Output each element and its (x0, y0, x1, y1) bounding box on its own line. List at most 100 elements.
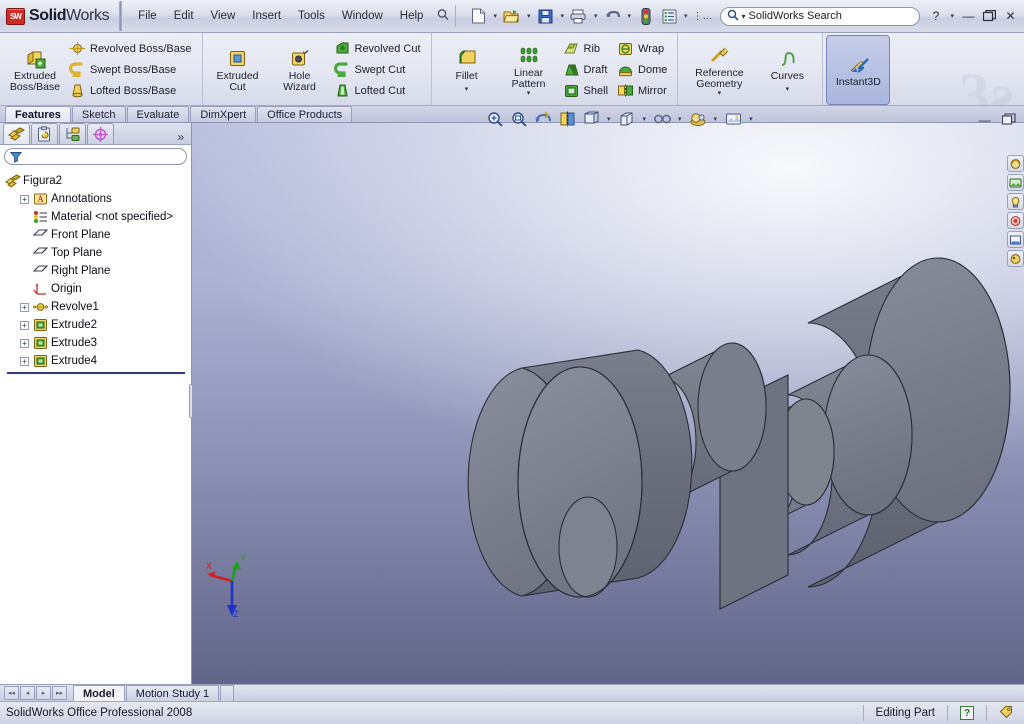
pushpin-icon[interactable] (436, 8, 450, 25)
minimize-button[interactable]: — (959, 7, 978, 26)
status-help-badge[interactable]: ? (960, 706, 974, 720)
expander-extrude2-icon[interactable]: + (20, 320, 29, 330)
open-document-button[interactable] (501, 5, 523, 27)
dimxpert-manager-tab[interactable] (87, 123, 114, 144)
menu-help[interactable]: Help (392, 7, 432, 25)
feature-manager-more-tabs-icon[interactable]: » (177, 130, 191, 144)
extruded-boss-base-button[interactable]: Extruded Boss/Base (4, 36, 66, 104)
save-caret-icon[interactable]: ▾ (557, 12, 567, 20)
reference-geometry-button[interactable]: Reference Geometry ▾ (682, 36, 756, 104)
swept-cut-button[interactable]: Swept Cut (331, 60, 427, 80)
help-caret-icon[interactable]: ▾ (947, 12, 957, 20)
menu-window[interactable]: Window (334, 7, 391, 25)
configuration-manager-tab[interactable] (59, 123, 86, 144)
appearances-button[interactable] (687, 109, 709, 129)
scene-button[interactable] (722, 109, 744, 129)
reference-geometry-dropdown-caret-icon[interactable]: ▾ (718, 90, 722, 97)
tab-evaluate[interactable]: Evaluate (126, 106, 190, 122)
new-document-caret-icon[interactable]: ▾ (490, 12, 500, 20)
curves-dropdown-caret-icon[interactable]: ▾ (786, 86, 790, 93)
tree-item-revolve1[interactable]: + Revolve1 (5, 298, 191, 316)
document-restore-button[interactable] (999, 110, 1018, 129)
tab-nav-last-button[interactable]: ▸▸ (52, 686, 67, 700)
tab-sketch[interactable]: Sketch (71, 106, 126, 122)
tab-features[interactable]: Features (5, 106, 71, 122)
extruded-cut-button[interactable]: Extruded Cut (207, 36, 269, 104)
hole-wizard-button[interactable]: Hole Wizard (269, 36, 331, 104)
revolved-cut-button[interactable]: Revolved Cut (331, 39, 427, 59)
curves-button[interactable]: Curves ▾ (756, 36, 818, 104)
fillet-dropdown-caret-icon[interactable]: ▾ (465, 86, 469, 93)
zoom-to-area-button[interactable] (508, 109, 530, 129)
mirror-button[interactable]: Mirror (614, 81, 673, 101)
rib-button[interactable]: Rib (560, 39, 614, 59)
tree-rollback-bar[interactable] (7, 372, 185, 374)
tree-item-origin[interactable]: Origin (5, 280, 191, 298)
search-input[interactable]: ▾ SolidWorks Search (719, 6, 920, 26)
undo-caret-icon[interactable]: ▾ (625, 12, 635, 20)
section-view-button[interactable] (556, 109, 578, 129)
menu-edit[interactable]: Edit (166, 7, 202, 25)
options-button[interactable] (658, 5, 680, 27)
lofted-boss-base-button[interactable]: Lofted Boss/Base (66, 81, 198, 101)
revolved-boss-base-button[interactable]: Revolved Boss/Base (66, 39, 198, 59)
tab-office-products[interactable]: Office Products (257, 106, 353, 122)
instant3d-button[interactable]: Instant3D (826, 34, 891, 105)
draft-button[interactable]: Draft (560, 60, 614, 80)
tree-item-extrude2[interactable]: + Extrude2 (5, 316, 191, 334)
tree-item-extrude3[interactable]: + Extrude3 (5, 334, 191, 352)
save-button[interactable] (534, 5, 556, 27)
print-button[interactable] (568, 5, 590, 27)
feature-tree-filter-input[interactable] (4, 148, 187, 165)
new-document-button[interactable] (467, 5, 489, 27)
tree-item-annotations[interactable]: + A Annotations (5, 190, 191, 208)
fillet-button[interactable]: Fillet ▾ (436, 36, 498, 104)
part-model-3d[interactable]: X Y Z (192, 123, 1024, 684)
lofted-cut-button[interactable]: Lofted Cut (331, 81, 427, 101)
expander-annotations-icon[interactable]: + (20, 194, 29, 204)
shell-button[interactable]: Shell (560, 81, 614, 101)
tab-model[interactable]: Model (73, 685, 125, 701)
tree-item-extrude4[interactable]: + Extrude4 (5, 352, 191, 370)
graphics-viewport[interactable]: X Y Z (192, 123, 1024, 684)
walkthrough-button[interactable] (1006, 250, 1024, 267)
menu-file[interactable]: File (130, 7, 165, 25)
open-document-caret-icon[interactable]: ▾ (524, 12, 534, 20)
decal-button[interactable] (1006, 231, 1024, 248)
tab-motion-study-1[interactable]: Motion Study 1 (125, 685, 220, 701)
light-yellow-button[interactable] (1006, 193, 1024, 210)
appearance-orb-button[interactable] (1006, 155, 1024, 172)
expander-extrude3-icon[interactable]: + (20, 338, 29, 348)
expander-extrude4-icon[interactable]: + (20, 356, 29, 366)
options-caret-icon[interactable]: ▾ (681, 12, 691, 20)
rebuild-button[interactable] (635, 5, 657, 27)
tree-item-figura2[interactable]: Figura2 (5, 172, 191, 190)
document-minimize-button[interactable]: — (975, 110, 994, 129)
tree-item-material[interactable]: Material <not specified> (5, 208, 191, 226)
close-button[interactable]: ✕ (1001, 7, 1020, 26)
tab-nav-first-button[interactable]: ◂◂ (4, 686, 19, 700)
tab-nav-next-button[interactable]: ▸ (36, 686, 51, 700)
tree-item-right-plane[interactable]: Right Plane (5, 262, 191, 280)
view-orientation-button[interactable] (580, 109, 602, 129)
tab-dimxpert[interactable]: DimXpert (190, 106, 257, 122)
expander-revolve1-icon[interactable]: + (20, 302, 29, 312)
restore-button[interactable] (980, 7, 999, 26)
camera-red-button[interactable] (1006, 212, 1024, 229)
property-manager-tab[interactable] (31, 123, 58, 144)
linear-pattern-dropdown-caret-icon[interactable]: ▾ (527, 90, 531, 97)
wrap-button[interactable]: Wrap (614, 39, 673, 59)
print-caret-icon[interactable]: ▾ (591, 12, 601, 20)
tree-item-front-plane[interactable]: Front Plane (5, 226, 191, 244)
scene-green-button[interactable] (1006, 174, 1024, 191)
previous-view-button[interactable] (532, 109, 554, 129)
swept-boss-base-button[interactable]: Swept Boss/Base (66, 60, 198, 80)
dome-button[interactable]: Dome (614, 60, 673, 80)
menu-insert[interactable]: Insert (244, 7, 289, 25)
feature-manager-tab[interactable] (3, 123, 30, 144)
undo-button[interactable] (602, 5, 624, 27)
zoom-to-fit-button[interactable] (484, 109, 506, 129)
search-dropdown-caret-icon[interactable]: ▾ (742, 12, 746, 21)
tab-add-button[interactable] (220, 685, 235, 701)
display-style-button[interactable] (616, 109, 638, 129)
